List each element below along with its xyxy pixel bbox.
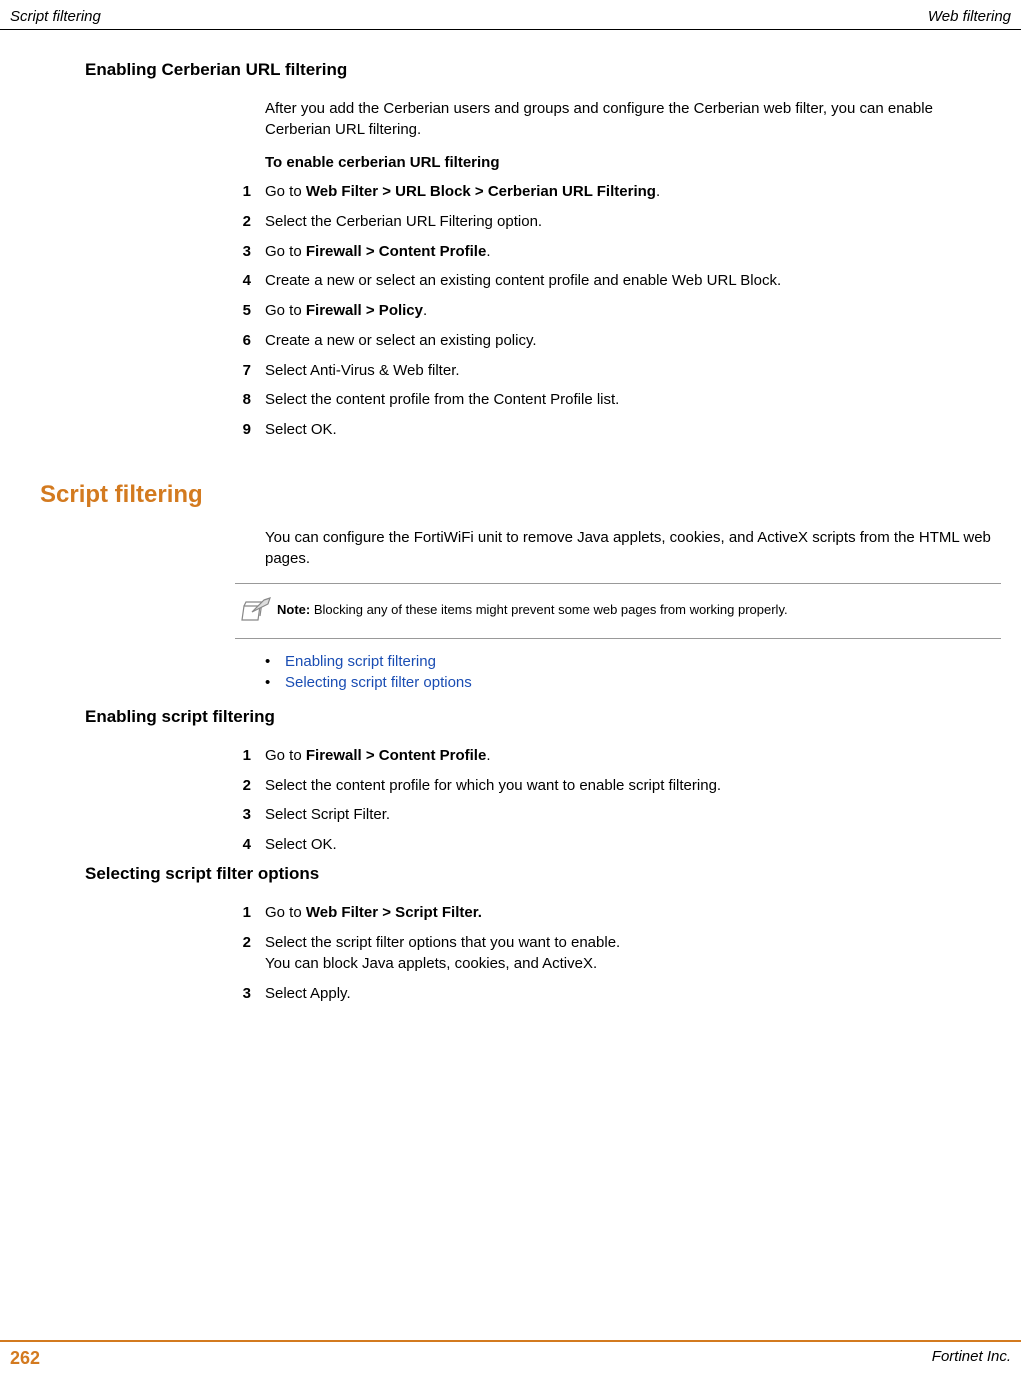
step-text: Select the content profile from the Cont… [265, 389, 1011, 411]
step-number: 7 [235, 360, 265, 382]
page-number: 262 [10, 1348, 40, 1369]
step-text: Go to Firewall > Content Profile. [265, 241, 1011, 263]
step-item: 1 Go to Web Filter > URL Block > Cerberi… [235, 181, 1011, 203]
bullet-item: • Selecting script filter options [265, 674, 1011, 691]
note-text: Note: Blocking any of these items might … [277, 602, 788, 619]
bullet-dot: • [265, 674, 285, 691]
step-number: 1 [235, 745, 265, 767]
step-number: 4 [235, 834, 265, 856]
step-text: Select the content profile for which you… [265, 775, 1011, 797]
bullet-list: • Enabling script filtering • Selecting … [265, 653, 1011, 691]
subsection-heading-selecting-script-filter-options: Selecting script filter options [85, 864, 1011, 884]
step-item: 8 Select the content profile from the Co… [235, 389, 1011, 411]
step-number: 9 [235, 419, 265, 441]
step-number: 3 [235, 241, 265, 263]
step-number: 1 [235, 902, 265, 924]
step-item: 5 Go to Firewall > Policy. [235, 300, 1011, 322]
step-list-selecting-script-filter-options: 1 Go to Web Filter > Script Filter. 2 Se… [235, 902, 1011, 1005]
bullet-item: • Enabling script filtering [265, 653, 1011, 670]
procedure-title-cerberian: To enable cerberian URL filtering [265, 154, 1011, 171]
note-box: Note: Blocking any of these items might … [235, 583, 1001, 639]
step-item: 1 Go to Web Filter > Script Filter. [235, 902, 1011, 924]
page-header: Script filtering Web filtering [0, 0, 1021, 30]
step-list-enabling-script-filtering: 1 Go to Firewall > Content Profile. 2 Se… [235, 745, 1011, 856]
step-item: 3 Go to Firewall > Content Profile. [235, 241, 1011, 263]
step-item: 9 Select OK. [235, 419, 1011, 441]
step-item: 2 Select the Cerberian URL Filtering opt… [235, 211, 1011, 233]
step-number: 2 [235, 932, 265, 976]
step-item: 2 Select the content profile for which y… [235, 775, 1011, 797]
step-item: 7 Select Anti-Virus & Web filter. [235, 360, 1011, 382]
header-left: Script filtering [10, 8, 101, 25]
link-enabling-script-filtering[interactable]: Enabling script filtering [285, 653, 436, 670]
step-item: 3 Select Apply. [235, 983, 1011, 1005]
header-right: Web filtering [928, 8, 1011, 25]
section-heading-script-filtering: Script filtering [40, 481, 1011, 509]
bullet-dot: • [265, 653, 285, 670]
step-text: Create a new or select an existing polic… [265, 330, 1011, 352]
step-list-cerberian: 1 Go to Web Filter > URL Block > Cerberi… [235, 181, 1011, 441]
step-number: 1 [235, 181, 265, 203]
step-number: 2 [235, 211, 265, 233]
step-text: Go to Firewall > Policy. [265, 300, 1011, 322]
page-footer: 262 Fortinet Inc. [0, 1340, 1021, 1379]
step-number: 2 [235, 775, 265, 797]
step-text: Select Apply. [265, 983, 1011, 1005]
step-number: 8 [235, 389, 265, 411]
link-selecting-script-filter-options[interactable]: Selecting script filter options [285, 674, 472, 691]
page-content: Enabling Cerberian URL filtering After y… [0, 30, 1021, 1005]
intro-text-script-filtering: You can configure the FortiWiFi unit to … [265, 527, 1001, 569]
step-number: 4 [235, 270, 265, 292]
intro-text-cerberian: After you add the Cerberian users and gr… [265, 98, 1001, 140]
step-number: 5 [235, 300, 265, 322]
step-text: Select OK. [265, 419, 1011, 441]
step-item: 4 Create a new or select an existing con… [235, 270, 1011, 292]
step-text: Go to Web Filter > Script Filter. [265, 902, 1011, 924]
step-text: Select the script filter options that yo… [265, 932, 1011, 976]
step-text: Go to Web Filter > URL Block > Cerberian… [265, 181, 1011, 203]
step-text: Select the Cerberian URL Filtering optio… [265, 211, 1011, 233]
step-text: Select Script Filter. [265, 804, 1011, 826]
step-text: Select Anti-Virus & Web filter. [265, 360, 1011, 382]
step-item: 4 Select OK. [235, 834, 1011, 856]
subsection-heading-enabling-script-filtering: Enabling script filtering [85, 707, 1011, 727]
step-item: 6 Create a new or select an existing pol… [235, 330, 1011, 352]
step-item: 1 Go to Firewall > Content Profile. [235, 745, 1011, 767]
subsection-heading-cerberian: Enabling Cerberian URL filtering [85, 60, 1011, 80]
footer-company: Fortinet Inc. [932, 1348, 1011, 1369]
step-number: 3 [235, 804, 265, 826]
step-text: Select OK. [265, 834, 1011, 856]
note-icon [235, 596, 277, 626]
step-item: 3 Select Script Filter. [235, 804, 1011, 826]
step-number: 6 [235, 330, 265, 352]
step-item: 2 Select the script filter options that … [235, 932, 1011, 976]
step-text: Go to Firewall > Content Profile. [265, 745, 1011, 767]
step-number: 3 [235, 983, 265, 1005]
step-text: Create a new or select an existing conte… [265, 270, 1011, 292]
